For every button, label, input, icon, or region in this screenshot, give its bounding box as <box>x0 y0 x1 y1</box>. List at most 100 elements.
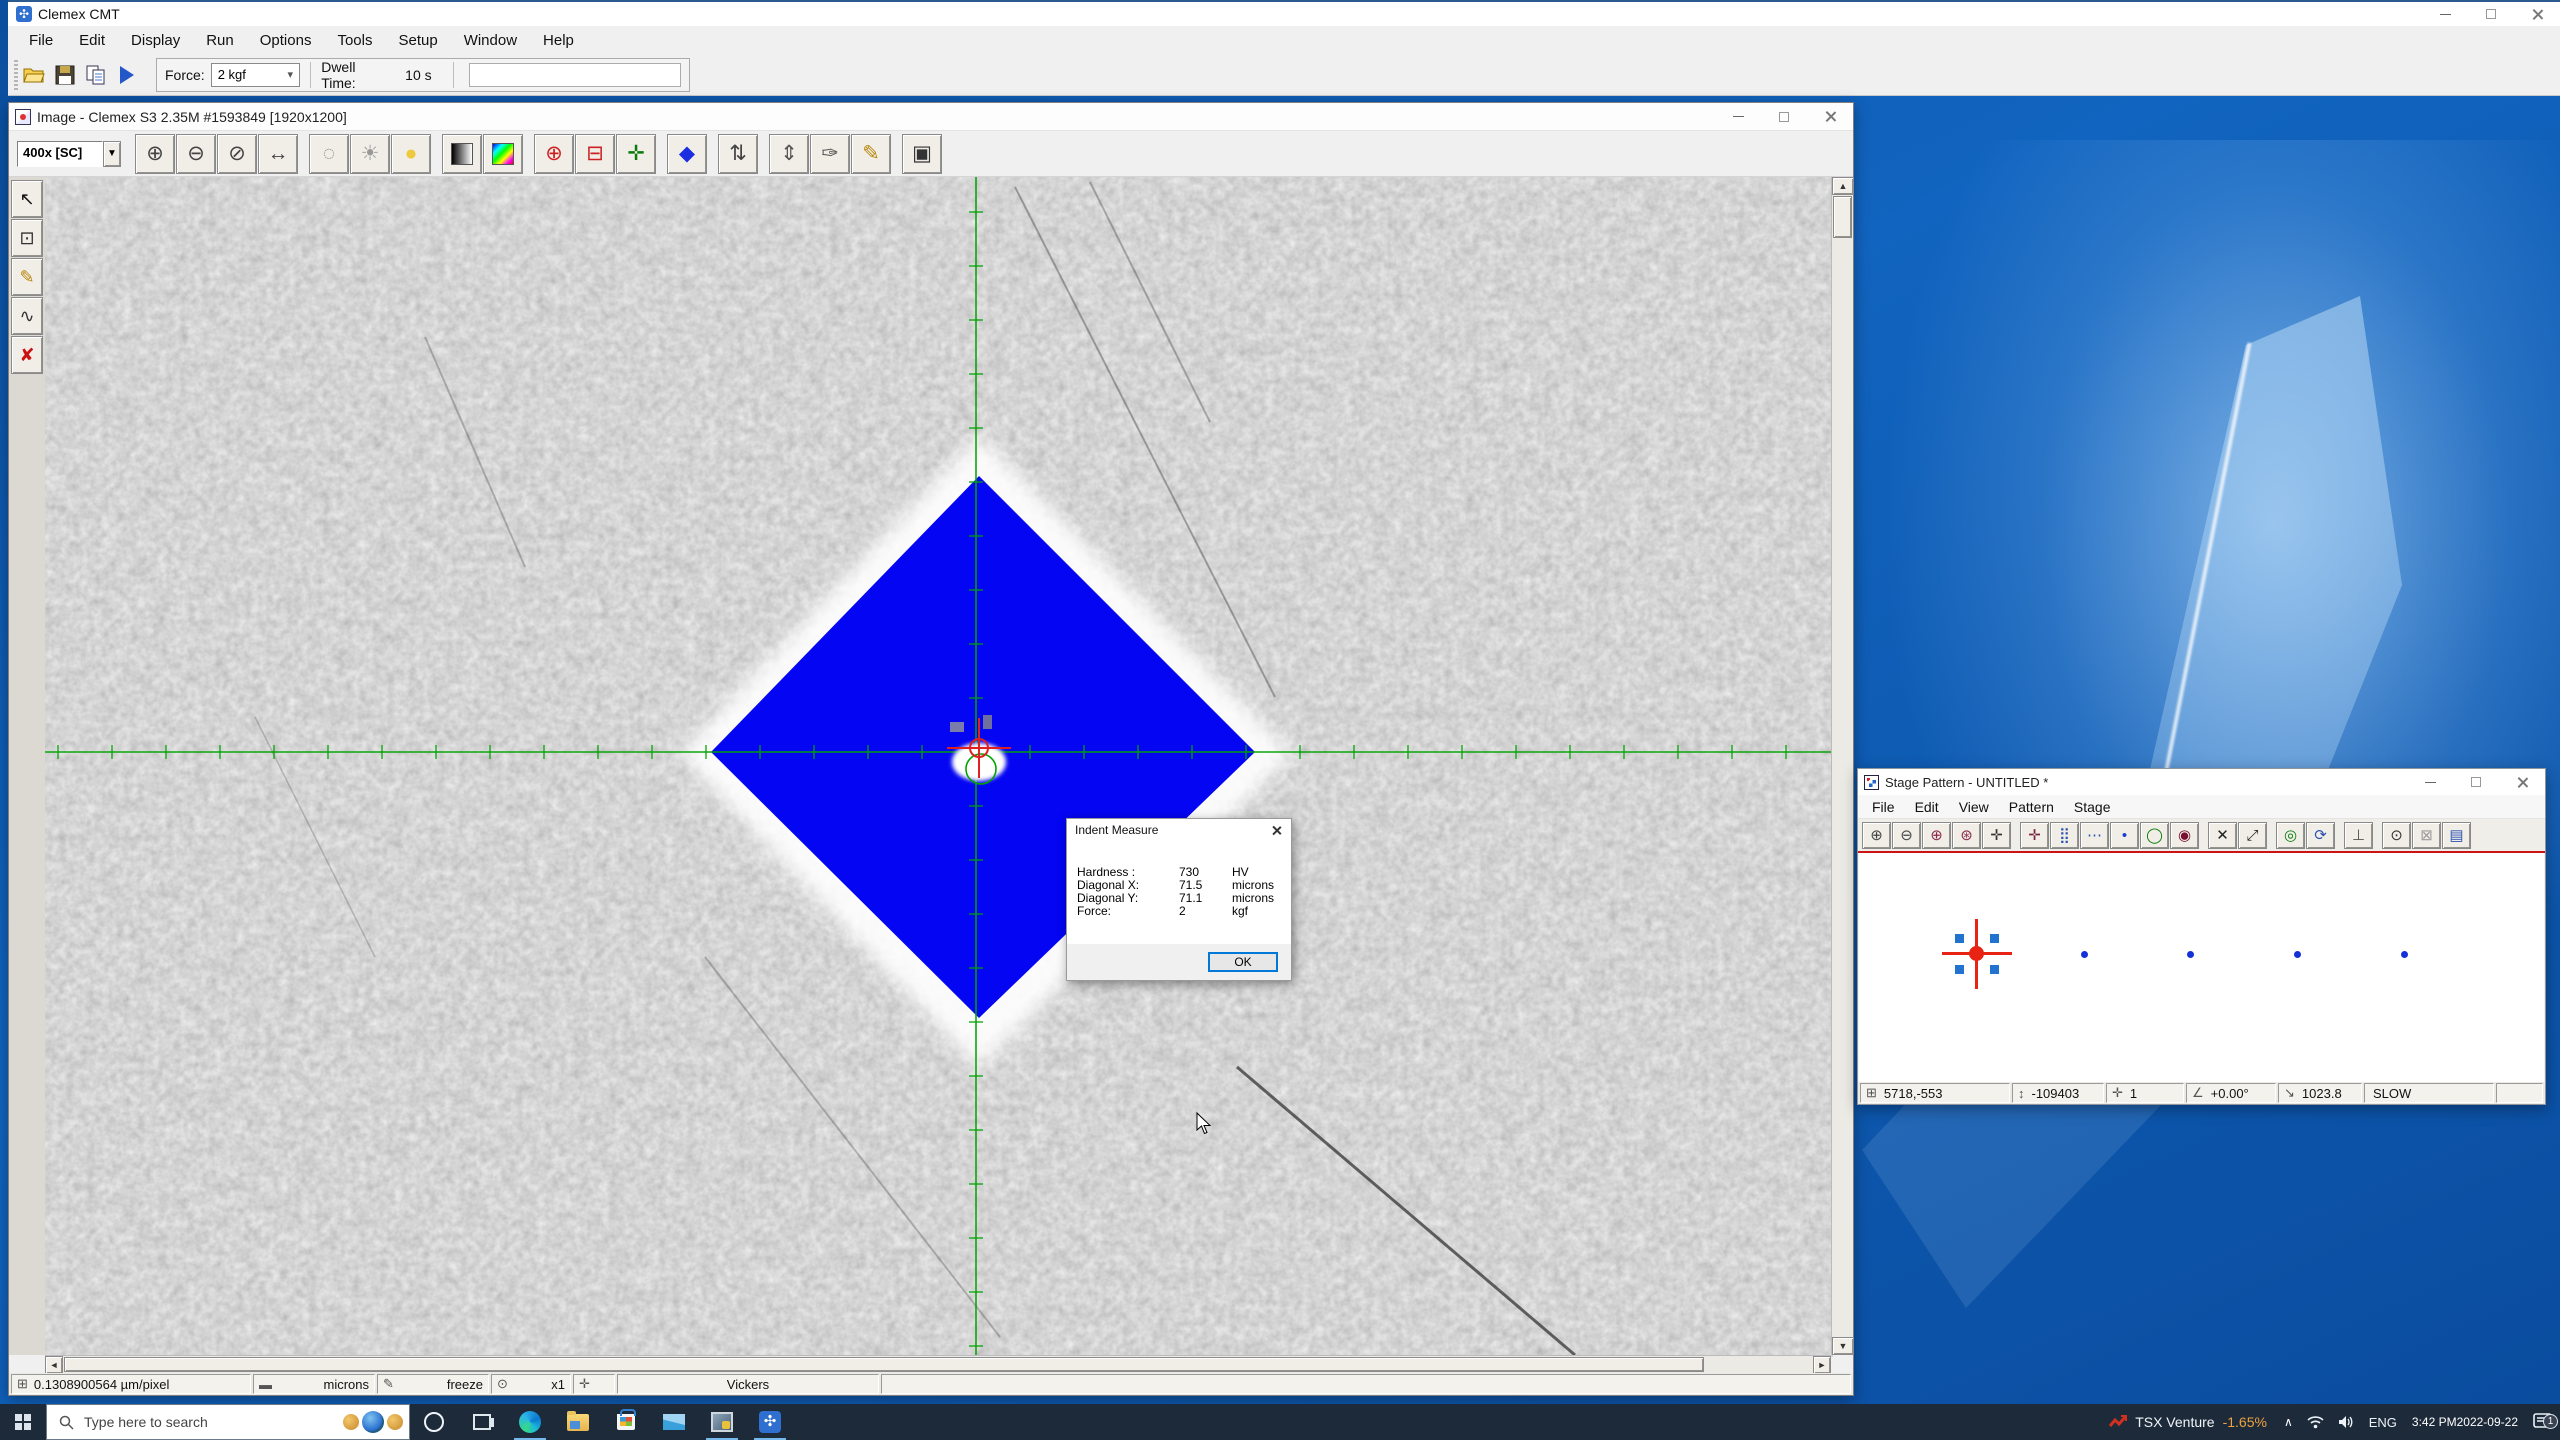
snapshot-button[interactable]: ▣ <box>902 134 942 174</box>
zoom-in-button[interactable]: ⊕ <box>135 134 175 174</box>
image-maximize-button[interactable] <box>1761 103 1807 130</box>
clock[interactable]: 3:42 PM 2022-09-22 <box>2404 1415 2526 1429</box>
close-button[interactable] <box>2514 2 2560 26</box>
menu-item-help[interactable]: Help <box>530 29 587 52</box>
scan-button[interactable]: ⊙ <box>2382 822 2411 849</box>
add-grid-button[interactable]: ⣿ <box>2050 822 2079 849</box>
zoom-out-button[interactable]: ⊖ <box>176 134 216 174</box>
delete-tool-button[interactable]: ✘ <box>11 336 43 374</box>
stage-titlebar[interactable]: Stage Pattern - UNTITLED * <box>1858 769 2545 795</box>
vertical-scroll-thumb[interactable] <box>1833 196 1852 238</box>
menu-item-setup[interactable]: Setup <box>385 29 450 52</box>
pen-tool-button[interactable]: ✎ <box>11 258 43 296</box>
scroll-up-icon[interactable]: ▲ <box>1832 177 1854 195</box>
taskbar-item-cmt-image-viewer[interactable] <box>698 1404 746 1440</box>
add-dot-button[interactable]: • <box>2110 822 2139 849</box>
zoom-point-button[interactable]: ⊕ <box>1922 822 1951 849</box>
menu-item-display[interactable]: Display <box>118 29 193 52</box>
language-indicator[interactable]: ENG <box>2362 1415 2404 1430</box>
pattern-props-button[interactable]: ▤ <box>2442 822 2471 849</box>
indent-line-button[interactable]: ⊟ <box>575 134 615 174</box>
vertical-scrollbar[interactable]: ▲ ▼ <box>1831 177 1853 1355</box>
micrograph-canvas[interactable] <box>45 177 1833 1357</box>
menu-item-stage[interactable]: Stage <box>2064 797 2121 817</box>
menu-item-window[interactable]: Window <box>451 29 530 52</box>
fit-width-button[interactable]: ↔ <box>258 134 298 174</box>
save-button[interactable] <box>51 61 78 89</box>
pointer-tool-button[interactable]: ↖ <box>11 180 43 218</box>
taskbar-item-cortana[interactable] <box>410 1404 458 1440</box>
pan-button[interactable]: ✛ <box>1982 822 2011 849</box>
full-extent-button[interactable]: ⤢ <box>2238 822 2267 849</box>
minimize-button[interactable] <box>2422 2 2468 26</box>
menu-item-file[interactable]: File <box>16 29 66 52</box>
hand-measure-button[interactable]: ✑ <box>810 134 850 174</box>
dialog-close-button[interactable] <box>1261 819 1291 841</box>
measure-tool-button[interactable]: ∿ <box>11 297 43 335</box>
grid-off-button[interactable]: ⊠ <box>2412 822 2441 849</box>
taskbar-item-task-view[interactable] <box>458 1404 506 1440</box>
horizontal-scroll-thumb[interactable] <box>64 1357 1704 1372</box>
stage-maximize-button[interactable] <box>2453 769 2499 795</box>
menu-item-tools[interactable]: Tools <box>324 29 385 52</box>
dialog-titlebar[interactable]: Indent Measure <box>1067 819 1291 841</box>
scroll-right-icon[interactable]: ► <box>1813 1356 1831 1374</box>
joystick-button[interactable]: ⊥ <box>2344 822 2373 849</box>
menu-item-options[interactable]: Options <box>247 29 325 52</box>
taskbar-item-edge[interactable] <box>506 1404 554 1440</box>
menu-item-view[interactable]: View <box>1949 797 1999 817</box>
menu-item-edit[interactable]: Edit <box>66 29 118 52</box>
zoom-out-button[interactable]: ⊖ <box>1892 822 1921 849</box>
light-bulb-button[interactable]: ● <box>391 134 431 174</box>
start-button[interactable] <box>0 1404 46 1440</box>
taskbar-item-file-explorer[interactable] <box>554 1404 602 1440</box>
stage-pattern-canvas[interactable] <box>1859 853 2544 1082</box>
image-minimize-button[interactable] <box>1715 103 1761 130</box>
copy-button[interactable] <box>82 61 109 89</box>
delete-point-button[interactable]: ✕ <box>2208 822 2237 849</box>
horizontal-scrollbar[interactable]: ◄ ► <box>45 1355 1831 1373</box>
image-close-button[interactable] <box>1807 103 1853 130</box>
color-lut-button[interactable] <box>483 134 523 174</box>
scroll-down-icon[interactable]: ▼ <box>1832 1337 1854 1355</box>
indent-circle-button[interactable]: ⊕ <box>534 134 574 174</box>
brightness-button[interactable]: ☀ <box>350 134 390 174</box>
taskbar-item-clemex-cmt[interactable]: ✣ <box>746 1404 794 1440</box>
force-select[interactable]: 2 kgf ▾ <box>211 63 301 87</box>
wifi-button[interactable] <box>2300 1415 2331 1429</box>
menu-item-pattern[interactable]: Pattern <box>1999 797 2064 817</box>
tray-expand-button[interactable]: ∧ <box>2277 1415 2300 1429</box>
active-pattern-point[interactable] <box>1942 919 2012 989</box>
pattern-cycle-button[interactable]: ⟳ <box>2306 822 2335 849</box>
mask-circle-button[interactable]: ◌ <box>309 134 349 174</box>
scroll-left-icon[interactable]: ◄ <box>45 1356 63 1374</box>
volume-button[interactable] <box>2331 1415 2362 1429</box>
maximize-button[interactable] <box>2468 2 2514 26</box>
measure-diagonal-button[interactable]: ⇕ <box>769 134 809 174</box>
select-region-button[interactable]: ⊡ <box>11 219 43 257</box>
diamond-indent-button[interactable]: ◆ <box>667 134 707 174</box>
comment-field[interactable] <box>469 63 681 87</box>
open-button[interactable] <box>20 61 47 89</box>
zoom-in-button[interactable]: ⊕ <box>1862 822 1891 849</box>
add-donut-button[interactable]: ◉ <box>2170 822 2199 849</box>
menu-item-run[interactable]: Run <box>193 29 247 52</box>
add-ellipse-button[interactable]: ◯ <box>2140 822 2169 849</box>
image-window-titlebar[interactable]: Image - Clemex S3 2.35M #1593849 [1920x1… <box>9 103 1853 131</box>
stage-close-button[interactable] <box>2499 769 2545 795</box>
ok-button[interactable]: OK <box>1208 952 1278 972</box>
stock-ticker-widget[interactable]: TSX Venture -1.65% <box>2099 1414 2277 1430</box>
taskbar-item-mail[interactable] <box>650 1404 698 1440</box>
menu-item-file[interactable]: File <box>1862 797 1905 817</box>
pattern-point[interactable] <box>2401 951 2408 958</box>
notification-center-button[interactable]: 1 <box>2526 1413 2560 1431</box>
pattern-point[interactable] <box>2294 951 2301 958</box>
pattern-point[interactable] <box>2187 951 2194 958</box>
zoom-points-button[interactable]: ⊛ <box>1952 822 1981 849</box>
run-button[interactable] <box>113 61 140 89</box>
stage-minimize-button[interactable] <box>2407 769 2453 795</box>
zoom-window-button[interactable]: ⊘ <box>217 134 257 174</box>
grayscale-lut-button[interactable] <box>442 134 482 174</box>
add-line-button[interactable]: ⋯ <box>2080 822 2109 849</box>
sort-indents-button[interactable]: ⇅ <box>718 134 758 174</box>
